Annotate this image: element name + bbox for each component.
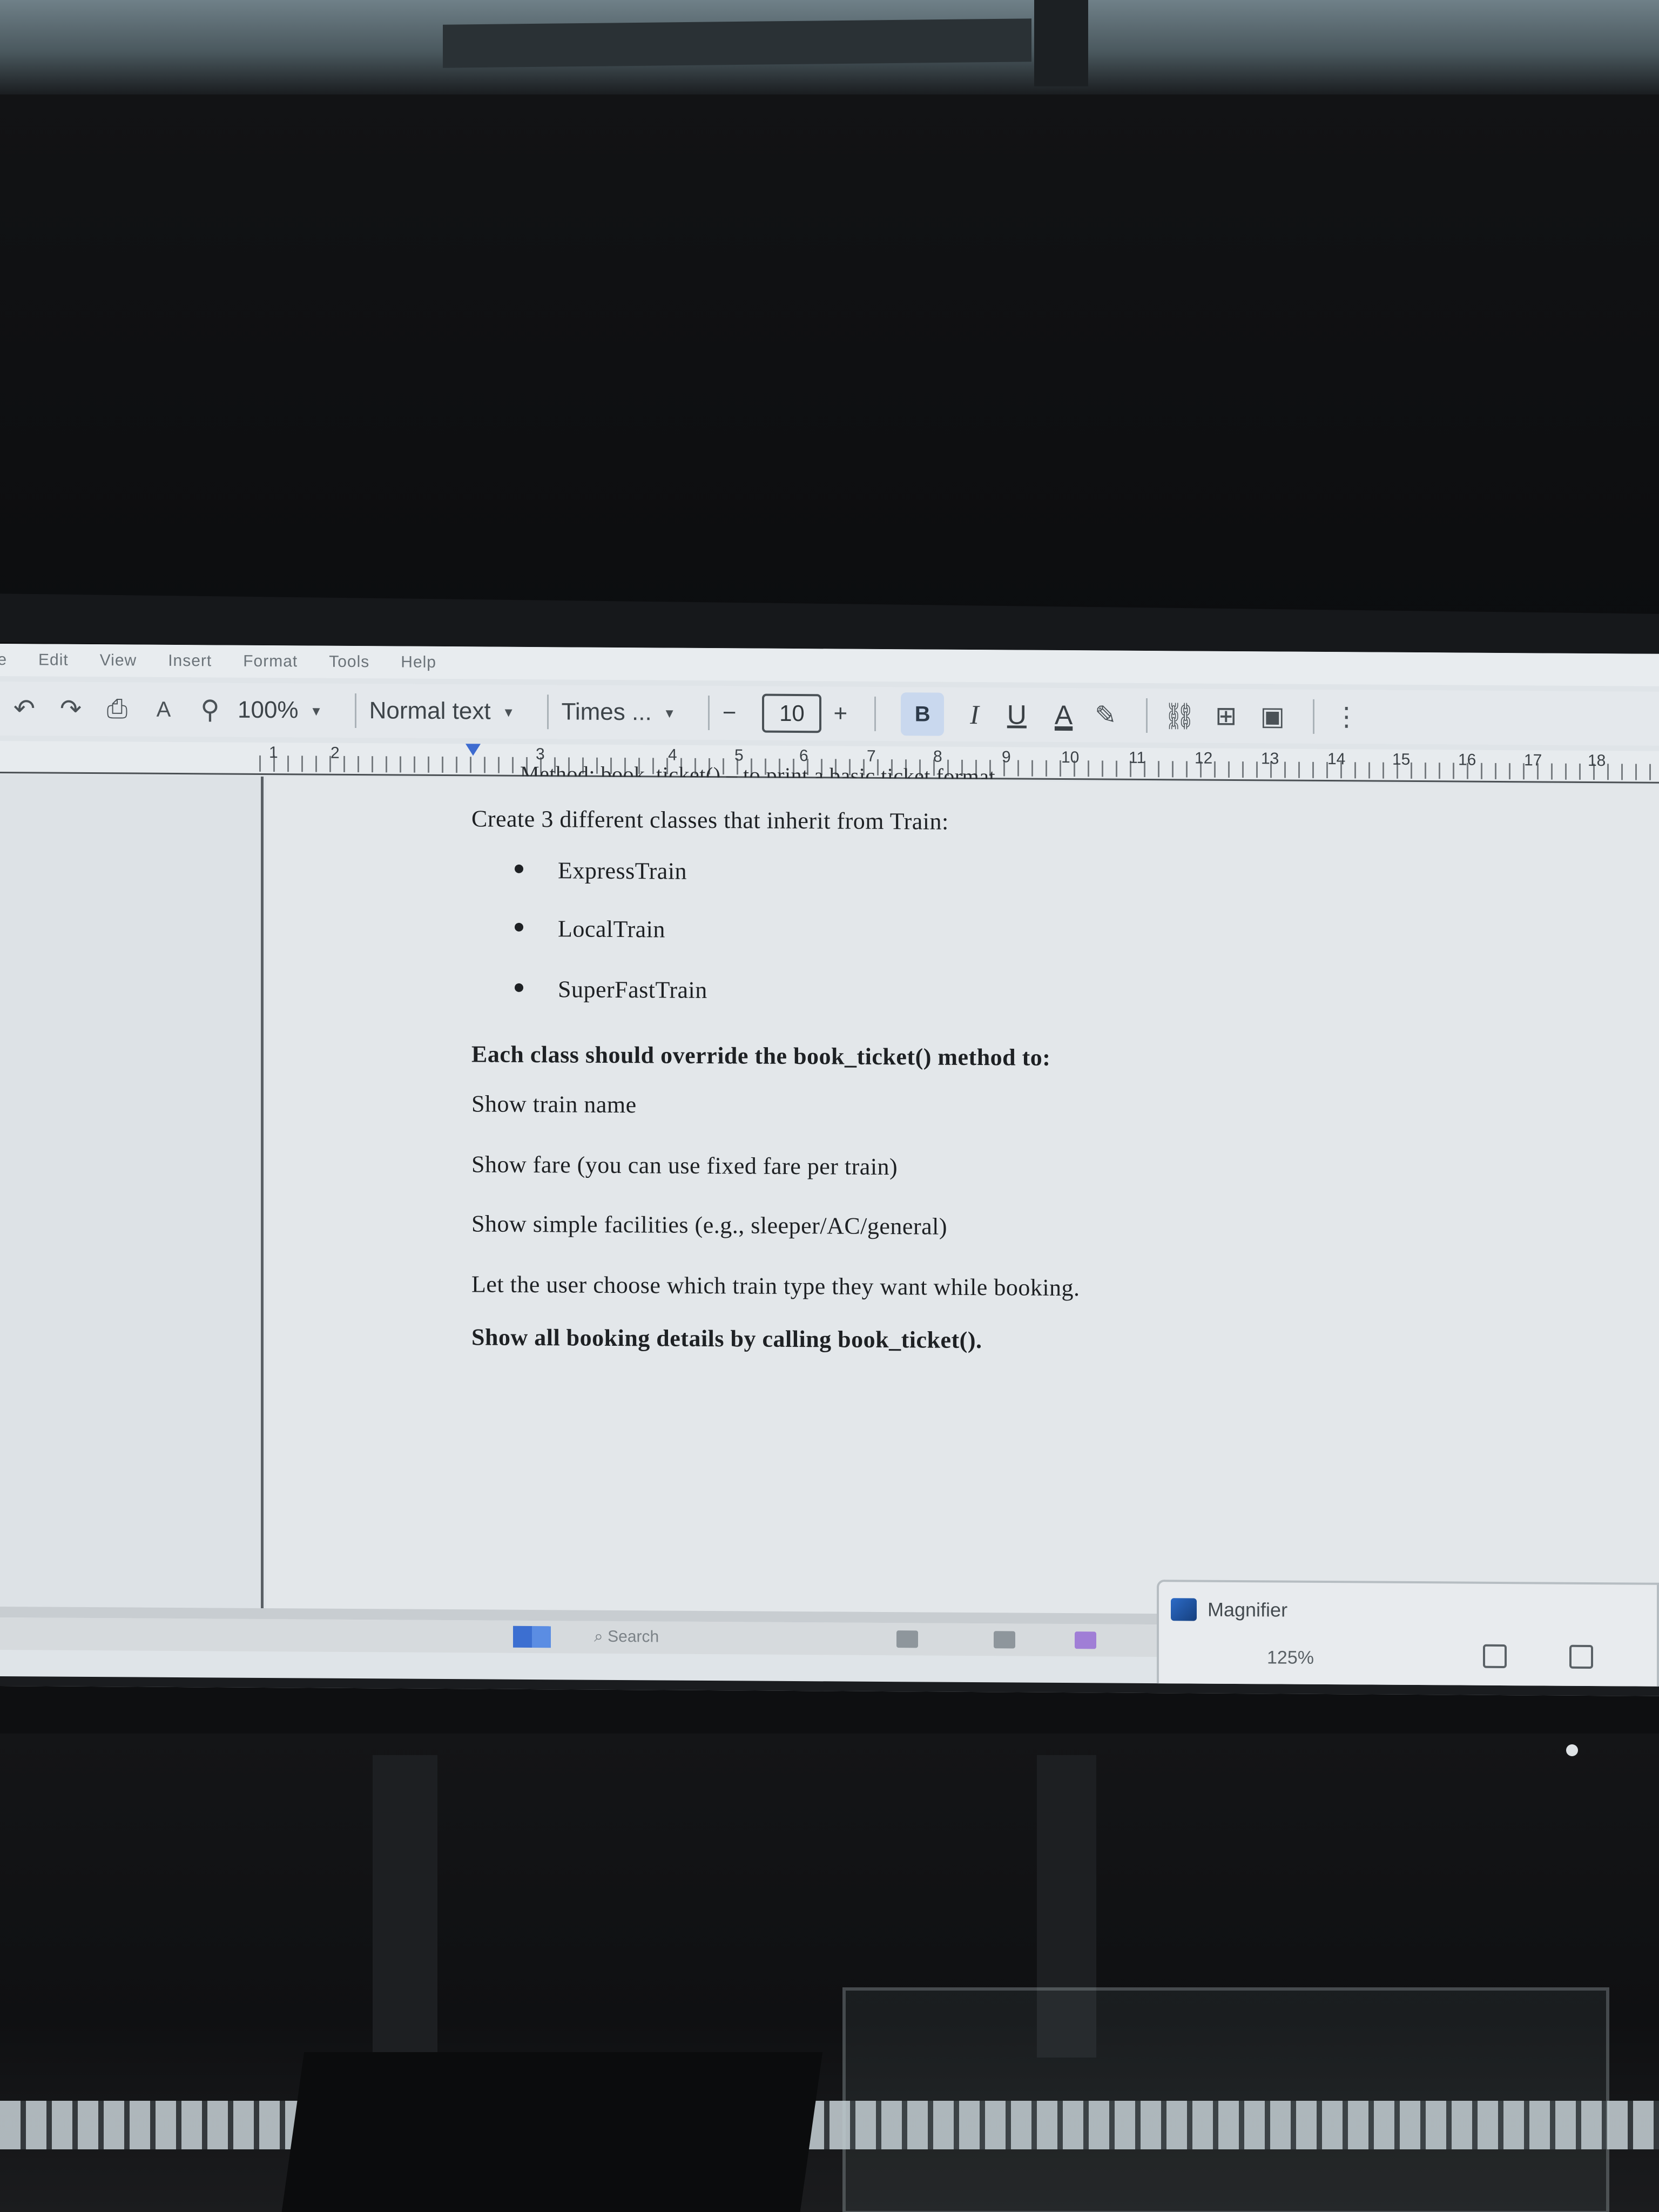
bullet-icon xyxy=(515,864,523,873)
print-icon[interactable]: ⎙ xyxy=(98,690,136,728)
insert-image-icon[interactable]: ▣ xyxy=(1253,697,1291,735)
menu-help[interactable]: Help xyxy=(401,653,436,672)
paint-format-icon[interactable]: ⚲ xyxy=(191,691,229,729)
ruler-number: 14 xyxy=(1327,750,1346,768)
toolbar-divider xyxy=(1313,699,1315,734)
ruler-number: 2 xyxy=(331,744,340,762)
undo-icon[interactable]: ↶ xyxy=(5,690,43,727)
chevron-down-icon[interactable]: ▾ xyxy=(666,704,673,721)
document-paragraph: Show all booking details by calling book… xyxy=(471,1324,982,1354)
underline-button[interactable]: U xyxy=(1007,699,1027,730)
monitor-stand-left xyxy=(373,1755,437,2090)
italic-button[interactable]: I xyxy=(970,699,979,730)
magnifier-title: Magnifier xyxy=(1208,1598,1288,1621)
document-paragraph: Each class should override the book_tick… xyxy=(471,1041,1051,1071)
add-comment-icon[interactable]: ⊞ xyxy=(1207,697,1245,735)
page-margin-area xyxy=(0,775,264,1608)
ruler-number: 15 xyxy=(1392,750,1411,768)
toolbar-divider xyxy=(1146,698,1148,733)
menu-edit[interactable]: Edit xyxy=(38,651,69,669)
ceiling-post xyxy=(1034,0,1088,86)
document-paragraph: Create 3 different classes that inherit … xyxy=(471,805,949,835)
document-page[interactable]: Method: book_ticket() – to print a basic… xyxy=(266,777,1659,1617)
magnifier-window[interactable]: Magnifier 125% xyxy=(1157,1580,1659,1691)
menu-format[interactable]: Format xyxy=(243,652,298,671)
toolbar-divider xyxy=(547,694,549,730)
bold-button[interactable]: B xyxy=(901,692,945,736)
monitor-screen: ile Edit View Insert Format Tools Help ↶… xyxy=(0,644,1659,1696)
taskbar-app-icon[interactable] xyxy=(994,1631,1015,1649)
menu-tools[interactable]: Tools xyxy=(329,653,369,671)
list-item: ExpressTrain xyxy=(558,857,687,885)
text-color-button[interactable]: A xyxy=(1055,699,1073,731)
taskbar-app-icon[interactable] xyxy=(1075,1631,1096,1649)
highlight-pen-icon[interactable]: ✎ xyxy=(1087,696,1124,734)
document-paragraph: Let the user choose which train type the… xyxy=(471,1271,1080,1301)
list-item: SuperFastTrain xyxy=(558,976,707,1004)
link-icon[interactable]: ⛓ xyxy=(1161,697,1198,734)
document-paragraph: Show fare (you can use fixed fare per tr… xyxy=(471,1151,898,1181)
ruler-number: 10 xyxy=(1061,748,1080,767)
ruler-number: 4 xyxy=(668,746,677,764)
chevron-down-icon[interactable]: ▾ xyxy=(313,702,320,719)
list-item: LocalTrain xyxy=(558,915,665,943)
ceiling-beam xyxy=(443,18,1031,68)
menu-file[interactable]: ile xyxy=(0,651,7,669)
ruler-number: 1 xyxy=(269,744,278,762)
ruler-number: 9 xyxy=(1002,748,1011,766)
document-line-partial: Method: book_ticket() – to print a basic… xyxy=(520,761,996,789)
magnifier-zoom-level: 125% xyxy=(1267,1647,1314,1668)
decrease-font-size-button[interactable]: − xyxy=(723,699,737,726)
dark-wall xyxy=(0,95,1659,640)
font-size-input[interactable]: 10 xyxy=(762,693,822,733)
chevron-down-icon[interactable]: ▾ xyxy=(505,703,512,720)
ruler-number: 12 xyxy=(1195,749,1213,767)
taskbar-search[interactable]: ⌕ Search xyxy=(594,1628,659,1647)
bullet-icon xyxy=(515,983,523,992)
toolbar-divider xyxy=(707,696,710,731)
increase-font-size-button[interactable]: + xyxy=(833,700,847,727)
magnifier-settings-icon[interactable] xyxy=(1569,1644,1593,1669)
laptop xyxy=(279,2052,823,2212)
more-options-icon[interactable]: ⋮ xyxy=(1327,698,1365,736)
zoom-select[interactable]: 100% xyxy=(238,697,299,724)
ruler-number: 11 xyxy=(1129,748,1146,767)
document-paragraph: Show simple facilities (e.g., sleeper/AC… xyxy=(471,1210,948,1240)
taskbar-search-label: Search xyxy=(608,1627,659,1646)
taskbar-app-icon[interactable] xyxy=(896,1630,918,1648)
ruler-number: 8 xyxy=(933,747,942,766)
toolbar-divider xyxy=(874,696,876,731)
magnifier-view-icon[interactable] xyxy=(1483,1644,1507,1669)
bullet-icon xyxy=(515,922,523,932)
spellcheck-icon[interactable]: A xyxy=(145,691,183,729)
ruler-number: 6 xyxy=(799,747,808,765)
ruler-number: 16 xyxy=(1458,751,1476,769)
style-select[interactable]: Normal text xyxy=(369,697,491,725)
ceiling xyxy=(0,0,1659,95)
windows-start-icon[interactable] xyxy=(513,1626,551,1648)
menu-view[interactable]: View xyxy=(100,651,137,670)
ruler-number: 7 xyxy=(867,747,876,765)
document-paragraph: Show train name xyxy=(471,1090,637,1118)
redo-icon[interactable]: ↷ xyxy=(52,690,90,728)
toolbar: ↶ ↷ ⎙ A ⚲ 100% ▾ Normal text ▾ Times ...… xyxy=(0,682,1659,746)
ruler-number: 17 xyxy=(1524,751,1542,770)
glass-partition xyxy=(842,1987,1609,2212)
magnifier-icon xyxy=(1171,1598,1197,1621)
indent-marker[interactable] xyxy=(466,744,481,756)
font-select[interactable]: Times ... xyxy=(562,698,652,726)
menu-insert[interactable]: Insert xyxy=(168,652,212,670)
power-light xyxy=(1566,1744,1578,1756)
ruler-number: 5 xyxy=(734,746,744,765)
toolbar-divider xyxy=(354,693,356,729)
ruler-number: 18 xyxy=(1588,751,1606,770)
ruler-number: 3 xyxy=(536,745,545,764)
ruler-number: 13 xyxy=(1261,750,1279,768)
